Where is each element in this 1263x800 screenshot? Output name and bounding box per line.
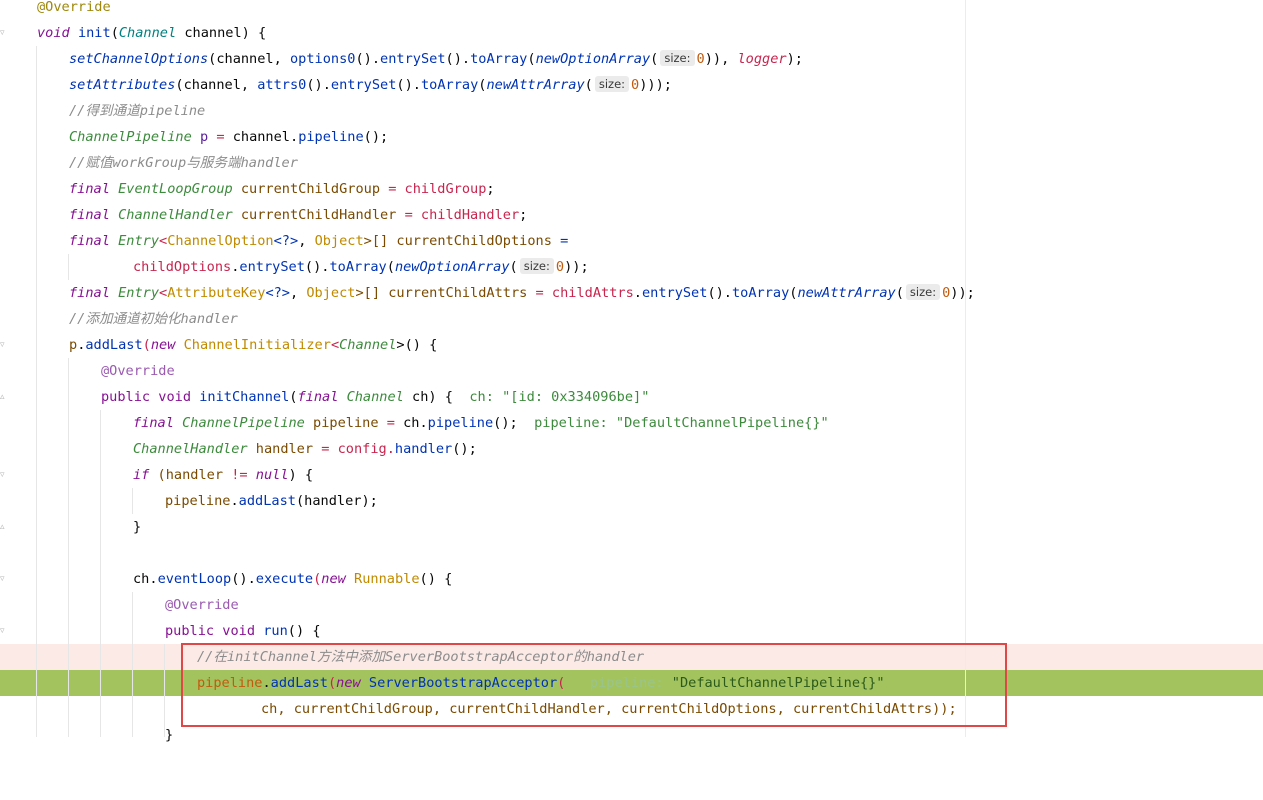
code-line: //添加通道初始化handler (0, 306, 1263, 332)
code-line: @Override (0, 592, 1263, 618)
code-comment: //添加通道初始化handler (69, 311, 238, 327)
method-name: run (263, 623, 288, 639)
code-line: ChannelHandler handler = config.handler(… (133, 441, 477, 457)
code-line: pipeline.addLast(handler); (165, 493, 378, 509)
code-line: @Override (0, 0, 1263, 20)
code-line: ch.eventLoop().execute(new Runnable() { (133, 571, 453, 587)
code-line: final ChannelPipeline pipeline = ch.pipe… (133, 415, 829, 431)
code-line: p.addLast(new ChannelInitializer<Channel… (69, 337, 438, 353)
annotation: @Override (37, 0, 111, 15)
method-name: initChannel (199, 389, 290, 405)
code-comment: //赋值workGroup与服务端handler (69, 155, 298, 171)
code-line: setAttributes(channel, attrs0().entrySet… (69, 76, 672, 93)
debug-inline-value: ch: "[id: 0x334096be]" (469, 389, 650, 405)
code-line: void init(Channel channel) { (37, 25, 267, 41)
code-line: childOptions.entrySet().toArray(newOptio… (133, 258, 589, 275)
code-line: final EventLoopGroup currentChildGroup =… (69, 181, 495, 197)
code-line: public void initChannel(final Channel ch… (101, 389, 650, 405)
code-line: } (133, 519, 142, 535)
code-line: //赋值workGroup与服务端handler (0, 150, 1263, 176)
code-line: final Entry<AttributeKey<?>, Object>[] c… (69, 284, 975, 301)
selection-annotation-box (181, 643, 1007, 727)
inlay-hint: size: (594, 76, 630, 92)
method-name: init (77, 25, 111, 41)
code-line: @Override (0, 358, 1263, 384)
inlay-hint: size: (660, 50, 695, 66)
code-comment: //得到通道pipeline (69, 103, 206, 119)
code-line: //得到通道pipeline (0, 98, 1263, 124)
code-line: setChannelOptions(channel, options0().en… (69, 50, 803, 67)
debug-inline-value: pipeline: "DefaultChannelPipeline{}" (534, 415, 829, 431)
code-line: final ChannelHandler currentChildHandler… (69, 207, 528, 223)
annotation: @Override (165, 597, 239, 613)
inlay-hint: size: (519, 258, 554, 274)
code-line: ChannelPipeline p = channel.pipeline(); (69, 129, 389, 145)
code-line: final Entry<ChannelOption<?>, Object>[] … (69, 233, 569, 249)
code-line: public void run() { (165, 623, 321, 639)
inlay-hint: size: (905, 284, 941, 300)
code-line: if (handler != null) { (133, 467, 314, 483)
annotation: @Override (101, 363, 175, 379)
